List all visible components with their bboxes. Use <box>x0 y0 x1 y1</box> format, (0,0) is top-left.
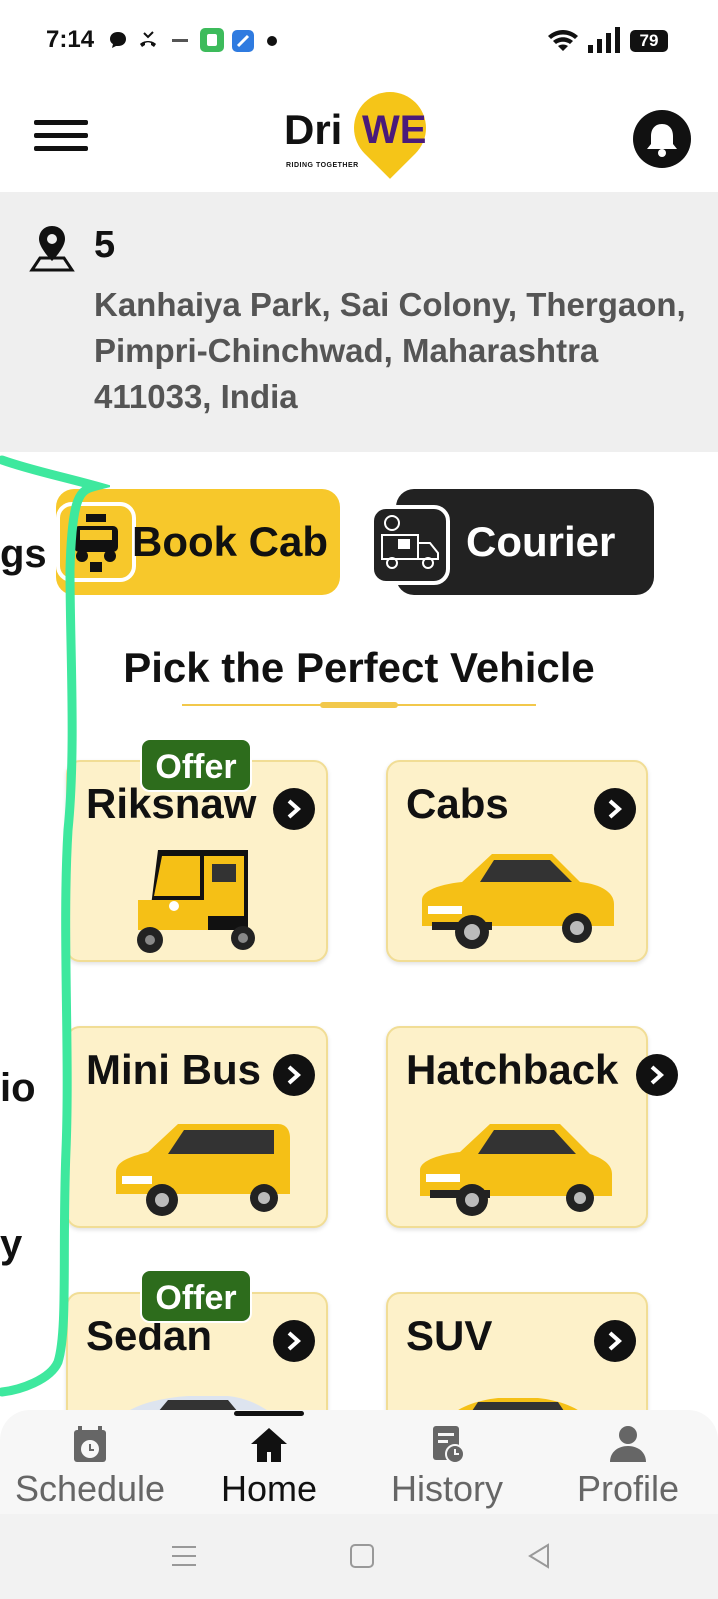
calendar-clock-icon <box>74 1426 106 1462</box>
wifi-icon <box>548 30 578 51</box>
app-logo: Dri WE RIDING TOGETHER <box>284 77 441 184</box>
system-back-icon[interactable] <box>526 1543 552 1569</box>
notification-dot-icon <box>267 36 277 46</box>
book-cab-label: Book Cab <box>132 518 329 565</box>
nav-tab-profile[interactable]: Profile <box>543 1414 713 1510</box>
car-icon <box>422 854 614 949</box>
signal-app-icon <box>172 39 188 42</box>
nav-label: Schedule <box>14 1468 166 1509</box>
vehicle-card-mini-bus[interactable]: Mini Bus <box>66 1026 328 1228</box>
home-icon <box>251 1428 287 1462</box>
nav-label: Home <box>220 1468 318 1509</box>
blue-app-icon <box>232 30 254 52</box>
nav-tab-history[interactable]: History <box>362 1414 532 1510</box>
nav-tab-schedule[interactable]: Schedule <box>5 1414 175 1510</box>
minivan-icon <box>116 1124 290 1216</box>
chevron-right-icon <box>273 1054 315 1096</box>
logo-text-we: WE <box>362 108 427 152</box>
address-text: Kanhaiya Park, Sai Colony, Thergaon, Pim… <box>94 286 686 415</box>
drawer-fragment: y <box>0 1222 23 1266</box>
chat-icon <box>110 32 126 48</box>
hatchback-car-icon <box>420 1124 612 1216</box>
courier-label: Courier <box>466 518 616 565</box>
nav-label: History <box>390 1468 503 1509</box>
chevron-right-icon <box>273 1320 315 1362</box>
logo-text-dri: Dri <box>284 106 343 153</box>
chevron-right-icon <box>594 1320 636 1362</box>
notification-bell-icon[interactable] <box>633 110 691 168</box>
drawer-fragment: io <box>0 1066 36 1110</box>
taxi-icon <box>56 502 136 582</box>
profile-icon <box>610 1426 646 1462</box>
chevron-right-icon <box>636 1054 678 1096</box>
vehicle-card-hatchback[interactable]: Hatchback <box>386 1026 678 1228</box>
vehicle-card-cabs[interactable]: Cabs <box>386 760 648 962</box>
location-pin-icon <box>29 226 75 272</box>
delivery-truck-icon <box>370 505 450 585</box>
nav-label: Profile <box>576 1468 680 1509</box>
green-app-icon <box>200 28 224 52</box>
missed-call-icon <box>140 31 156 47</box>
offer-badge: Offer <box>140 738 252 792</box>
menu-icon[interactable] <box>34 120 88 156</box>
nav-tab-home[interactable]: Home <box>184 1414 354 1510</box>
recent-apps-icon[interactable] <box>170 1543 198 1569</box>
chevron-right-icon <box>273 788 315 830</box>
vehicle-label: Hatchback <box>406 1046 619 1093</box>
address-number: 5 <box>94 224 116 266</box>
logo-tagline: RIDING TOGETHER <box>286 162 359 169</box>
history-icon <box>433 1426 465 1464</box>
cellular-signal-icon <box>588 27 620 53</box>
vehicle-label: Cabs <box>406 780 509 827</box>
system-home-icon[interactable] <box>349 1543 375 1569</box>
title-underline-accent <box>320 702 398 708</box>
section-title: Pick the Perfect Vehicle <box>123 644 595 691</box>
offer-badge: Offer <box>140 1269 252 1323</box>
battery-level: 79 <box>630 30 668 52</box>
vehicle-label: SUV <box>406 1312 493 1359</box>
auto-rickshaw-icon <box>137 850 255 953</box>
chevron-right-icon <box>594 788 636 830</box>
drawer-fragment: gs <box>0 532 47 576</box>
vehicle-label: Mini Bus <box>86 1046 261 1093</box>
status-time: 7:14 <box>46 26 95 53</box>
